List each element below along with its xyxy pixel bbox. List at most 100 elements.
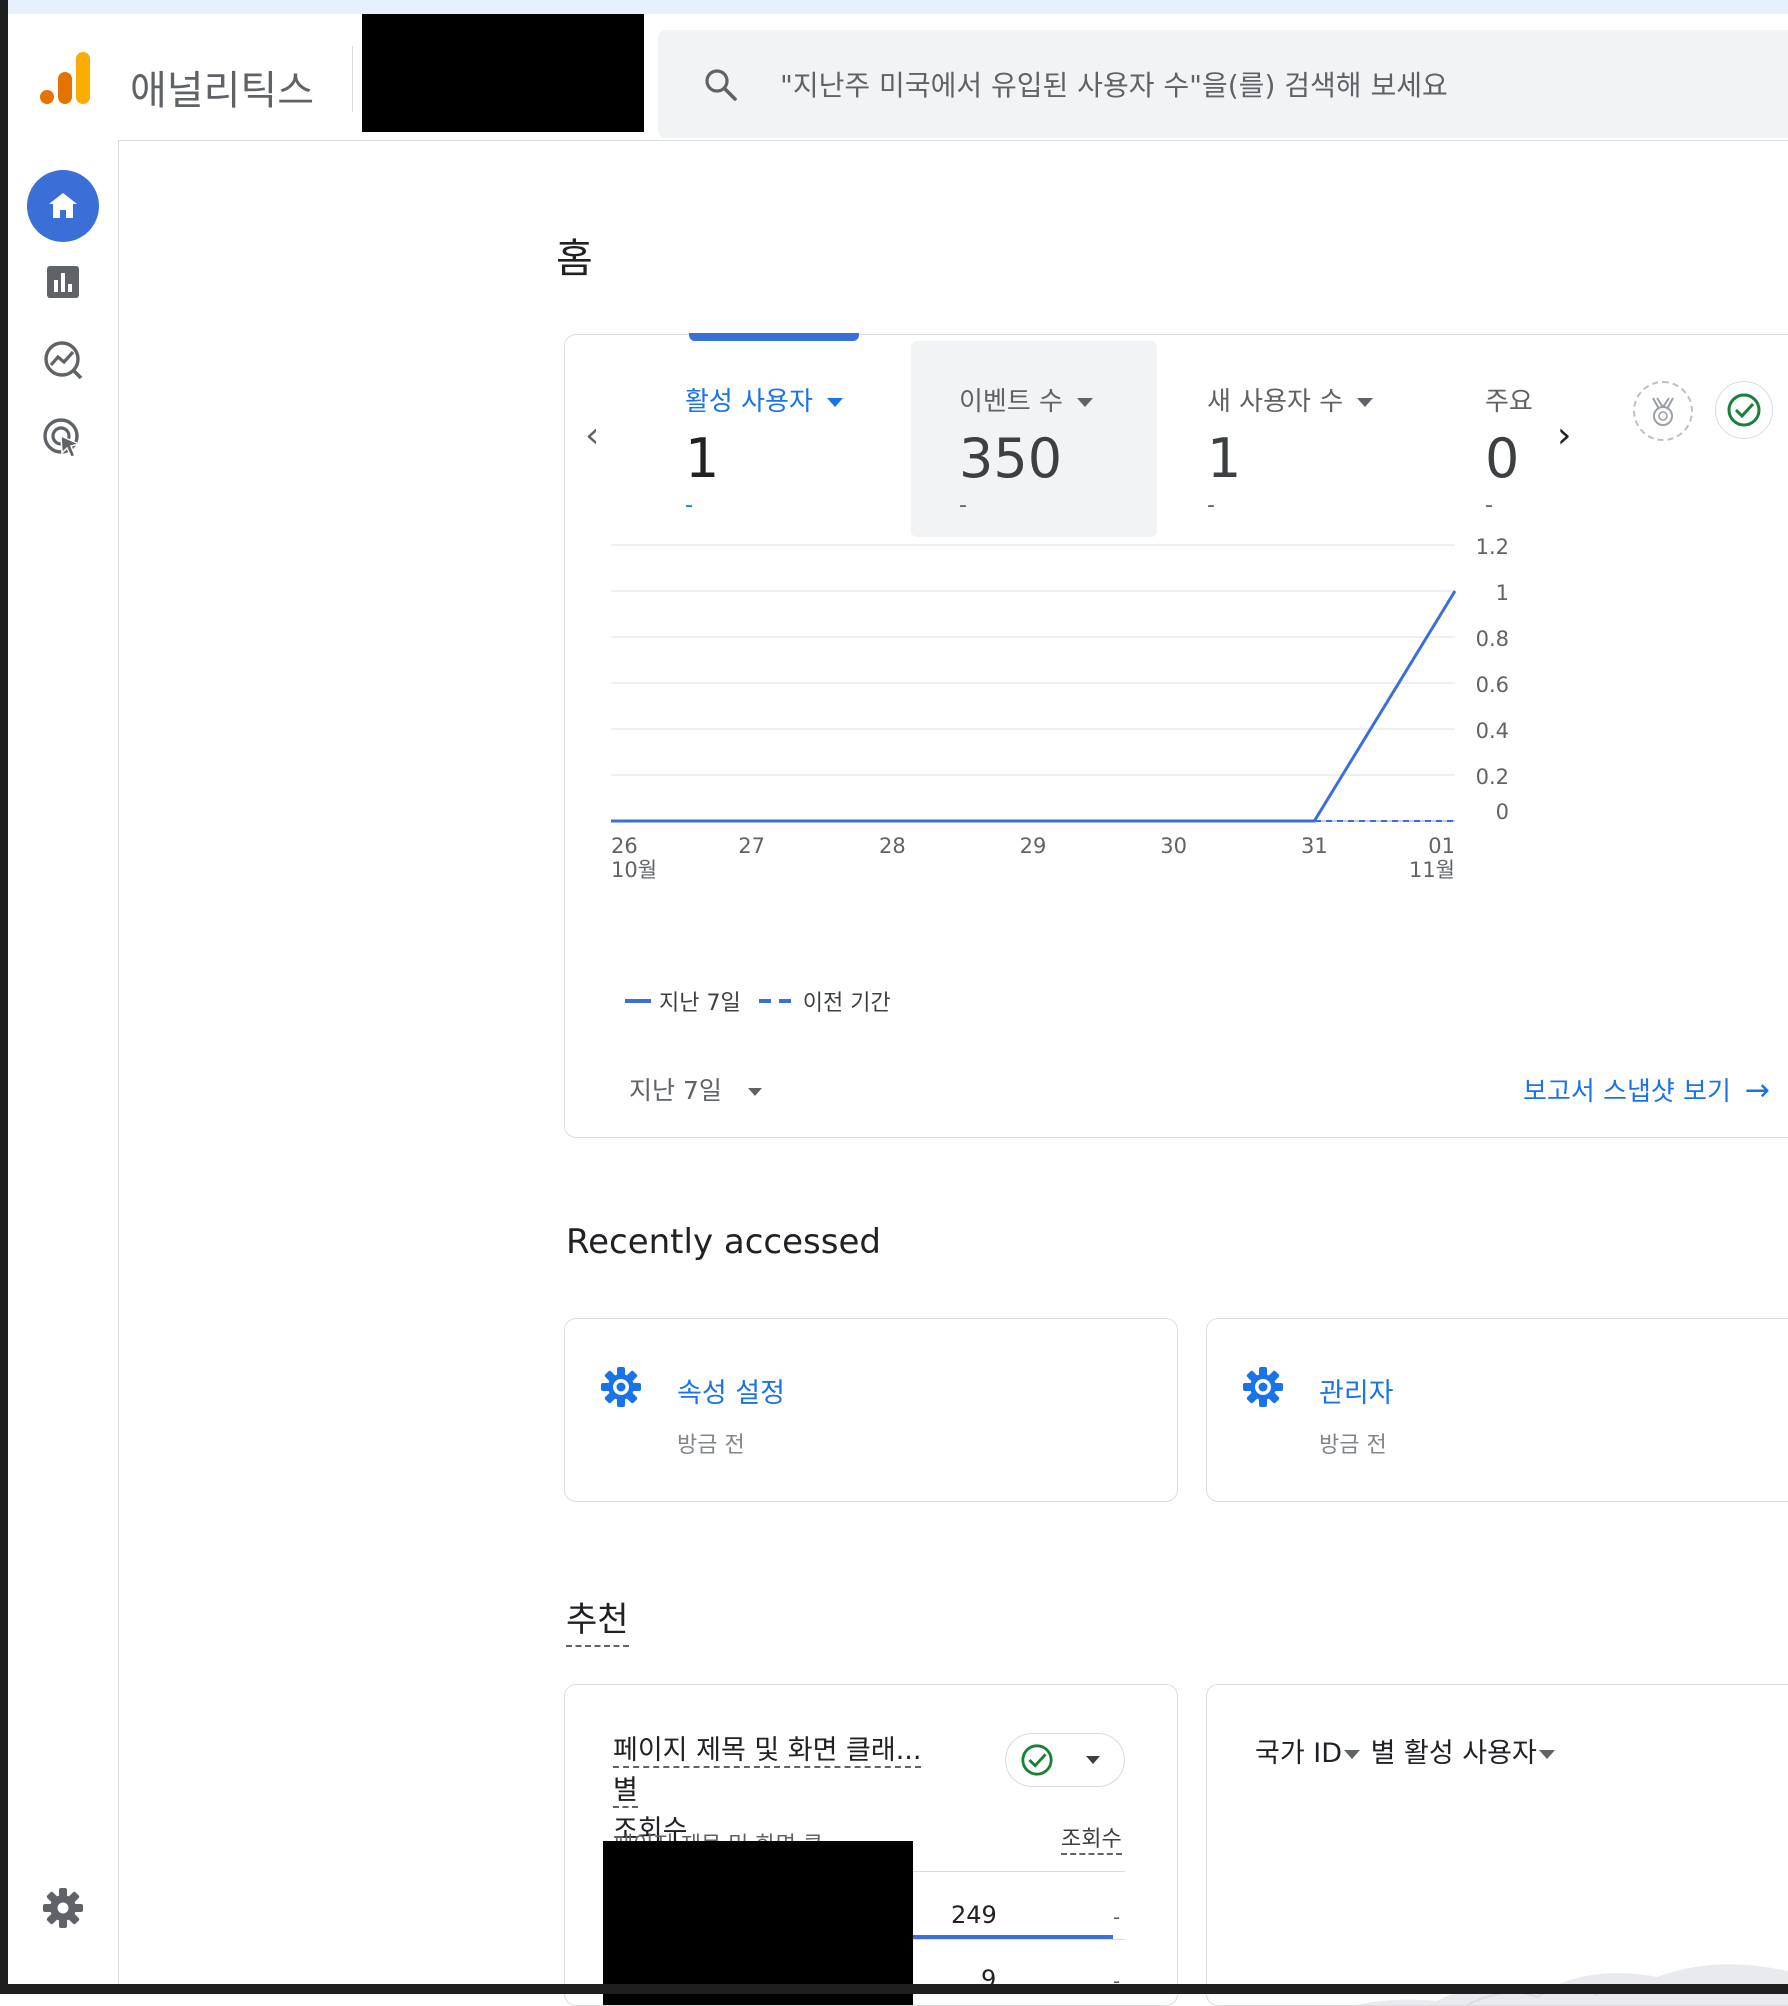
x-tick-label: 30: [1160, 834, 1187, 858]
dropdown-caret-icon[interactable]: [826, 398, 843, 407]
x-tick-sublabel: 11월: [1409, 858, 1455, 882]
nav-admin[interactable]: [27, 1872, 99, 1944]
date-range-selector[interactable]: 지난 7일: [629, 1071, 762, 1107]
redacted-page-titles: [603, 1841, 913, 2005]
gear-icon: [601, 1367, 641, 1407]
dropdown-caret-icon[interactable]: [1538, 1750, 1555, 1759]
window-frame-left: [0, 0, 8, 1994]
header-divider: [352, 46, 353, 112]
search-input[interactable]: [778, 56, 1742, 114]
kpi-value: 1: [685, 427, 720, 490]
arrow-right-icon: →: [1744, 1073, 1771, 1108]
chart-legend: 지난 7일 이전 기간: [625, 985, 891, 1017]
x-tick-label: 29: [1020, 834, 1047, 858]
kpi-value: 350: [959, 427, 1063, 490]
kpi-value: 1: [1207, 427, 1242, 490]
recent-item-time: 방금 전: [677, 1433, 745, 1458]
y-tick-label: 0.4: [1476, 719, 1509, 743]
product-name[interactable]: 애널리틱스: [130, 58, 314, 116]
recent-item-time: 방금 전: [1319, 1433, 1387, 1458]
kpi-delta: -: [685, 493, 693, 518]
date-range-label: 지난 7일: [629, 1076, 722, 1105]
y-tick-label: 0: [1496, 800, 1509, 824]
left-nav-rail: [8, 140, 119, 1984]
advertising-icon: [43, 418, 82, 458]
dropdown-caret-icon[interactable]: [1357, 398, 1374, 407]
nav-advertising[interactable]: [27, 402, 99, 474]
dropdown-caret-icon[interactable]: [1076, 398, 1093, 407]
kpi-label: 이벤트 수: [959, 387, 1063, 417]
trend-line-chart: 1.2 1 0.8 0.6 0.4 0.2 0 2610월 27 28 29 30 31 0111월: [611, 535, 1509, 882]
recent-item-property-settings[interactable]: 속성 설정 방금 전: [564, 1318, 1178, 1502]
y-tick-label: 0.8: [1476, 627, 1509, 651]
page-title: 홈: [556, 236, 593, 282]
data-quality-check[interactable]: [1715, 381, 1773, 439]
check-circle-icon: [1021, 1744, 1053, 1776]
y-tick-label: 1: [1496, 581, 1509, 605]
y-tick-label: 0.2: [1476, 765, 1509, 789]
dimension-selector[interactable]: 국가 ID: [1255, 1738, 1342, 1769]
analytics-logo-icon[interactable]: [38, 48, 98, 108]
recent-item-title[interactable]: 관리자: [1319, 1371, 1394, 1410]
top-app-bar: 애널리틱스: [8, 14, 1788, 141]
kpi-delta: -: [1485, 493, 1493, 518]
home-icon: [49, 193, 77, 218]
insights-badge[interactable]: [1633, 381, 1693, 441]
card-title-line1[interactable]: 페이지 제목 및 화면 클래... 별: [613, 1735, 922, 1808]
chevron-left-icon[interactable]: ‹: [585, 415, 599, 456]
browser-top-strip: [8, 0, 1788, 14]
kpi-delta: -: [959, 493, 967, 518]
legend-swatch-solid: [625, 999, 651, 1003]
overview-card: ‹ 활성 사용자 1 - 이벤트 수 350 - 새 사용자 수 1 - 주요 …: [564, 333, 1788, 1138]
redacted-property-selector: [362, 14, 644, 132]
bar-chart-icon: [47, 266, 79, 298]
gear-icon: [1243, 1367, 1283, 1407]
x-tick-label: 31: [1301, 834, 1328, 858]
table-row-value: 249: [951, 1901, 997, 1929]
x-tick-label: 27: [738, 834, 765, 858]
legend-previous: 이전 기간: [802, 991, 891, 1016]
x-tick-sublabel: 10월: [611, 858, 657, 882]
kpi-label: 주요: [1485, 387, 1533, 417]
y-tick-label: 1.2: [1476, 535, 1509, 559]
x-tick-label: 01: [1428, 834, 1455, 858]
dropdown-caret-icon[interactable]: [747, 1088, 762, 1096]
legend-swatch-dashed: [758, 999, 793, 1003]
kpi-label: 활성 사용자: [685, 387, 813, 417]
search-icon[interactable]: [704, 68, 738, 102]
check-circle-icon: [1727, 393, 1761, 427]
kpi-tab-event-count[interactable]: 이벤트 수 350 -: [959, 335, 1159, 533]
kpi-value: 0: [1485, 427, 1520, 490]
y-tick-label: 0.6: [1476, 673, 1509, 697]
kpi-tab-new-users[interactable]: 새 사용자 수 1 -: [1207, 335, 1427, 533]
card-options-pill[interactable]: [1005, 1733, 1125, 1787]
gear-icon: [43, 1888, 83, 1928]
view-report-snapshot-link[interactable]: 보고서 스냅샷 보기 →: [1523, 1071, 1770, 1108]
snapshot-label: 보고서 스냅샷 보기: [1523, 1077, 1731, 1107]
dropdown-caret-icon[interactable]: [1086, 1756, 1100, 1764]
nav-home[interactable]: [27, 170, 99, 242]
kpi-delta: -: [1207, 493, 1215, 518]
active-users-by-country-card: 국가 ID 별 활성 사용자: [1206, 1684, 1788, 2006]
search-bar[interactable]: [658, 30, 1788, 138]
window-frame-bottom: [0, 1984, 1788, 1994]
column-header-views[interactable]: 조회수: [1061, 1821, 1122, 1855]
table-row-delta: -: [1113, 1905, 1121, 1929]
recently-accessed-heading: Recently accessed: [566, 1222, 881, 1262]
nav-explore[interactable]: [27, 324, 99, 396]
x-tick-label: 28: [879, 834, 906, 858]
x-tick-label: 26: [611, 834, 638, 858]
kpi-tab-active-users[interactable]: 활성 사용자 1 -: [685, 335, 915, 533]
recent-item-admin[interactable]: 관리자 방금 전: [1206, 1318, 1788, 1502]
recent-item-title[interactable]: 속성 설정: [677, 1371, 785, 1410]
explore-icon: [44, 341, 83, 380]
kpi-label: 새 사용자 수: [1207, 387, 1344, 417]
card-title: 국가 ID 별 활성 사용자: [1255, 1731, 1557, 1770]
recommendations-heading: 추천: [566, 1592, 629, 1647]
metric-selector[interactable]: 별 활성 사용자: [1362, 1738, 1537, 1769]
chevron-right-icon[interactable]: ›: [1557, 415, 1571, 456]
dropdown-caret-icon[interactable]: [1344, 1750, 1361, 1759]
medal-icon: [1652, 397, 1674, 426]
series-line-current-period: [611, 590, 1457, 823]
nav-reports[interactable]: [27, 246, 99, 318]
